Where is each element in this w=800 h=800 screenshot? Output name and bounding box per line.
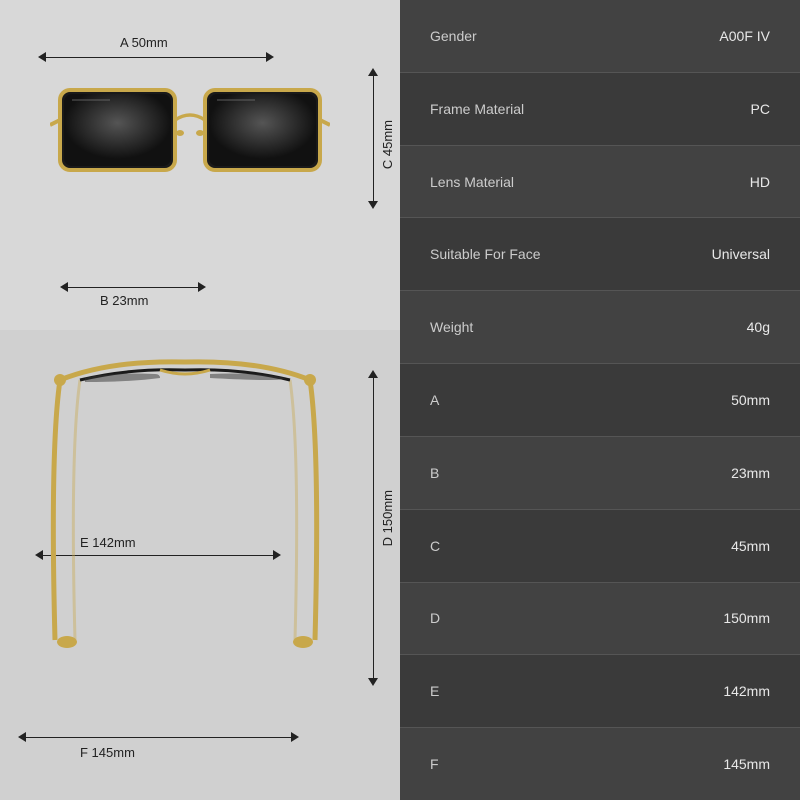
left-panel: A 50mm C 45mm [0,0,400,800]
spec-label: Frame Material [430,101,524,117]
annotation-c-label: C 45mm [380,120,395,169]
spec-row: D 150mm [400,583,800,656]
spec-label: Gender [430,28,477,44]
spec-value: Universal [712,246,770,262]
annotation-a-label: A 50mm [120,35,168,50]
spec-label: F [430,756,439,772]
annotation-c [368,68,378,209]
spec-row: B 23mm [400,437,800,510]
annotation-a [38,52,274,62]
spec-row: F 145mm [400,728,800,800]
spec-row: Gender A00F IV [400,0,800,73]
spec-value: 45mm [731,538,770,554]
annotation-b-label: B 23mm [100,293,148,308]
annotation-f-label: F 145mm [80,745,135,760]
spec-row: Frame Material PC [400,73,800,146]
glasses-front-svg [50,65,330,245]
glasses-open-svg [30,350,340,680]
annotation-d-label: D 150mm [380,490,395,546]
spec-label: E [430,683,439,699]
spec-label: Suitable For Face [430,246,541,262]
bottom-image-area: D 150mm E 142mm F 145mm [0,330,400,800]
spec-value: 145mm [723,756,770,772]
annotation-f [18,732,299,742]
spec-value: A00F IV [719,28,770,44]
spec-row: C 45mm [400,510,800,583]
spec-label: Lens Material [430,174,514,190]
spec-value: HD [750,174,770,190]
spec-label: D [430,610,440,626]
spec-value: PC [751,101,770,117]
annotation-b [60,282,206,292]
spec-label: Weight [430,319,473,335]
spec-row: Lens Material HD [400,146,800,219]
spec-label: B [430,465,439,481]
spec-value: 40g [747,319,770,335]
spec-value: 150mm [723,610,770,626]
top-image-area: A 50mm C 45mm [0,0,400,330]
spec-label: C [430,538,440,554]
spec-row: Weight 40g [400,291,800,364]
spec-value: 142mm [723,683,770,699]
annotation-d [368,370,378,686]
spec-label: A [430,392,439,408]
spec-row: A 50mm [400,364,800,437]
spec-value: 23mm [731,465,770,481]
right-panel: Gender A00F IV Frame Material PC Lens Materi… [400,0,800,800]
spec-value: 50mm [731,392,770,408]
spec-row: Suitable For Face Universal [400,218,800,291]
spec-row: E 142mm [400,655,800,728]
